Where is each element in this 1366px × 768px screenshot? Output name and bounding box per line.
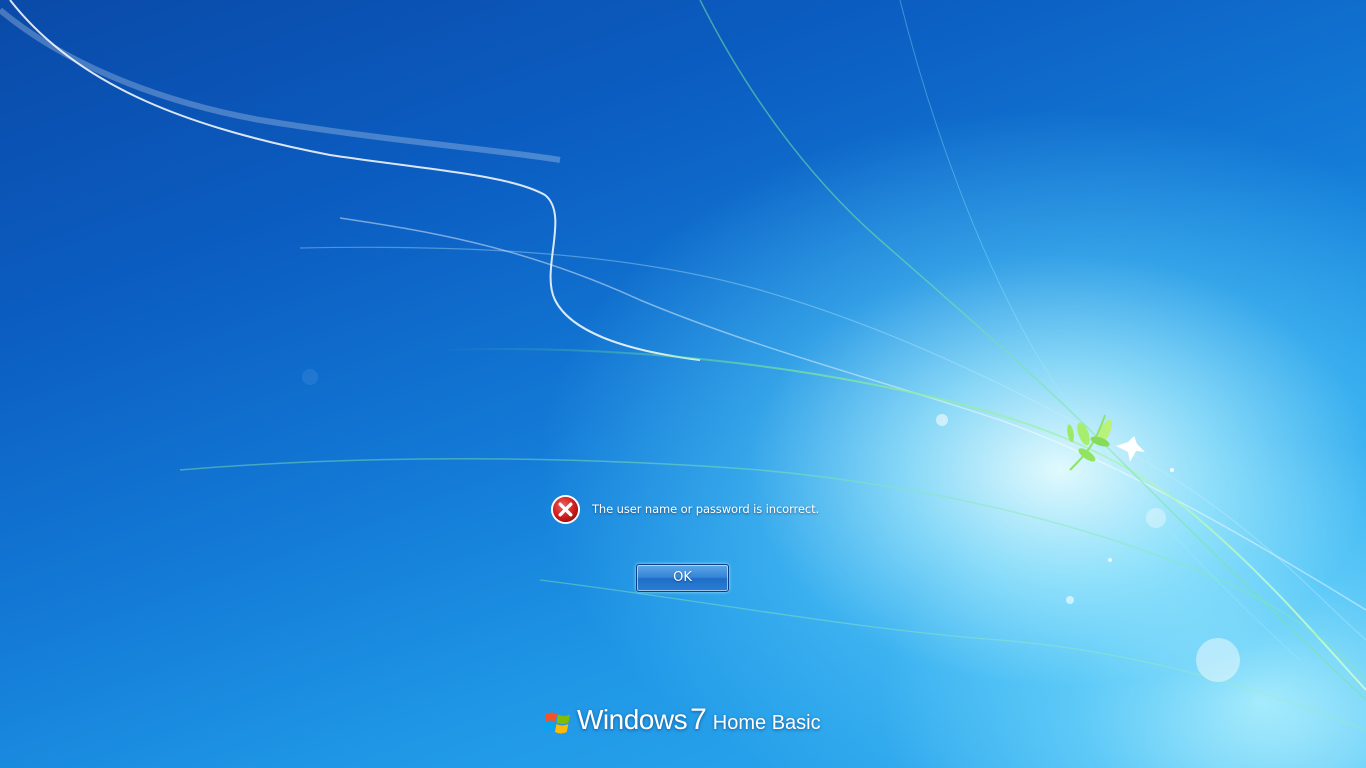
bokeh-dot bbox=[302, 369, 318, 385]
light-streak bbox=[0, 7, 561, 163]
windows-wordmark: Windows bbox=[577, 704, 688, 735]
green-swoosh bbox=[899, 0, 1301, 661]
bokeh-dot bbox=[1196, 638, 1240, 682]
green-swoosh bbox=[699, 0, 1366, 701]
bokeh-dot bbox=[936, 414, 948, 426]
light-streak bbox=[9, 0, 701, 361]
windows-branding: Windows 7 Home Basic bbox=[543, 703, 821, 743]
ok-button[interactable]: OK bbox=[636, 564, 729, 592]
bokeh-dot bbox=[1170, 468, 1174, 472]
bokeh-dot bbox=[1066, 596, 1074, 604]
error-x-icon bbox=[550, 494, 581, 524]
error-message-row: The user name or password is incorrect. bbox=[550, 493, 819, 525]
windows-edition: Home Basic bbox=[712, 712, 821, 734]
error-message-text: The user name or password is incorrect. bbox=[592, 502, 820, 516]
bokeh-dot bbox=[1108, 558, 1112, 562]
windows-flag-icon bbox=[543, 712, 570, 734]
windows-version: 7 bbox=[690, 703, 707, 736]
bird-silhouette bbox=[1116, 436, 1145, 462]
desktop-background-artwork bbox=[0, 0, 1366, 731]
bokeh-dot bbox=[1146, 508, 1166, 528]
green-swoosh bbox=[179, 458, 1366, 681]
light-streak bbox=[299, 246, 1366, 641]
